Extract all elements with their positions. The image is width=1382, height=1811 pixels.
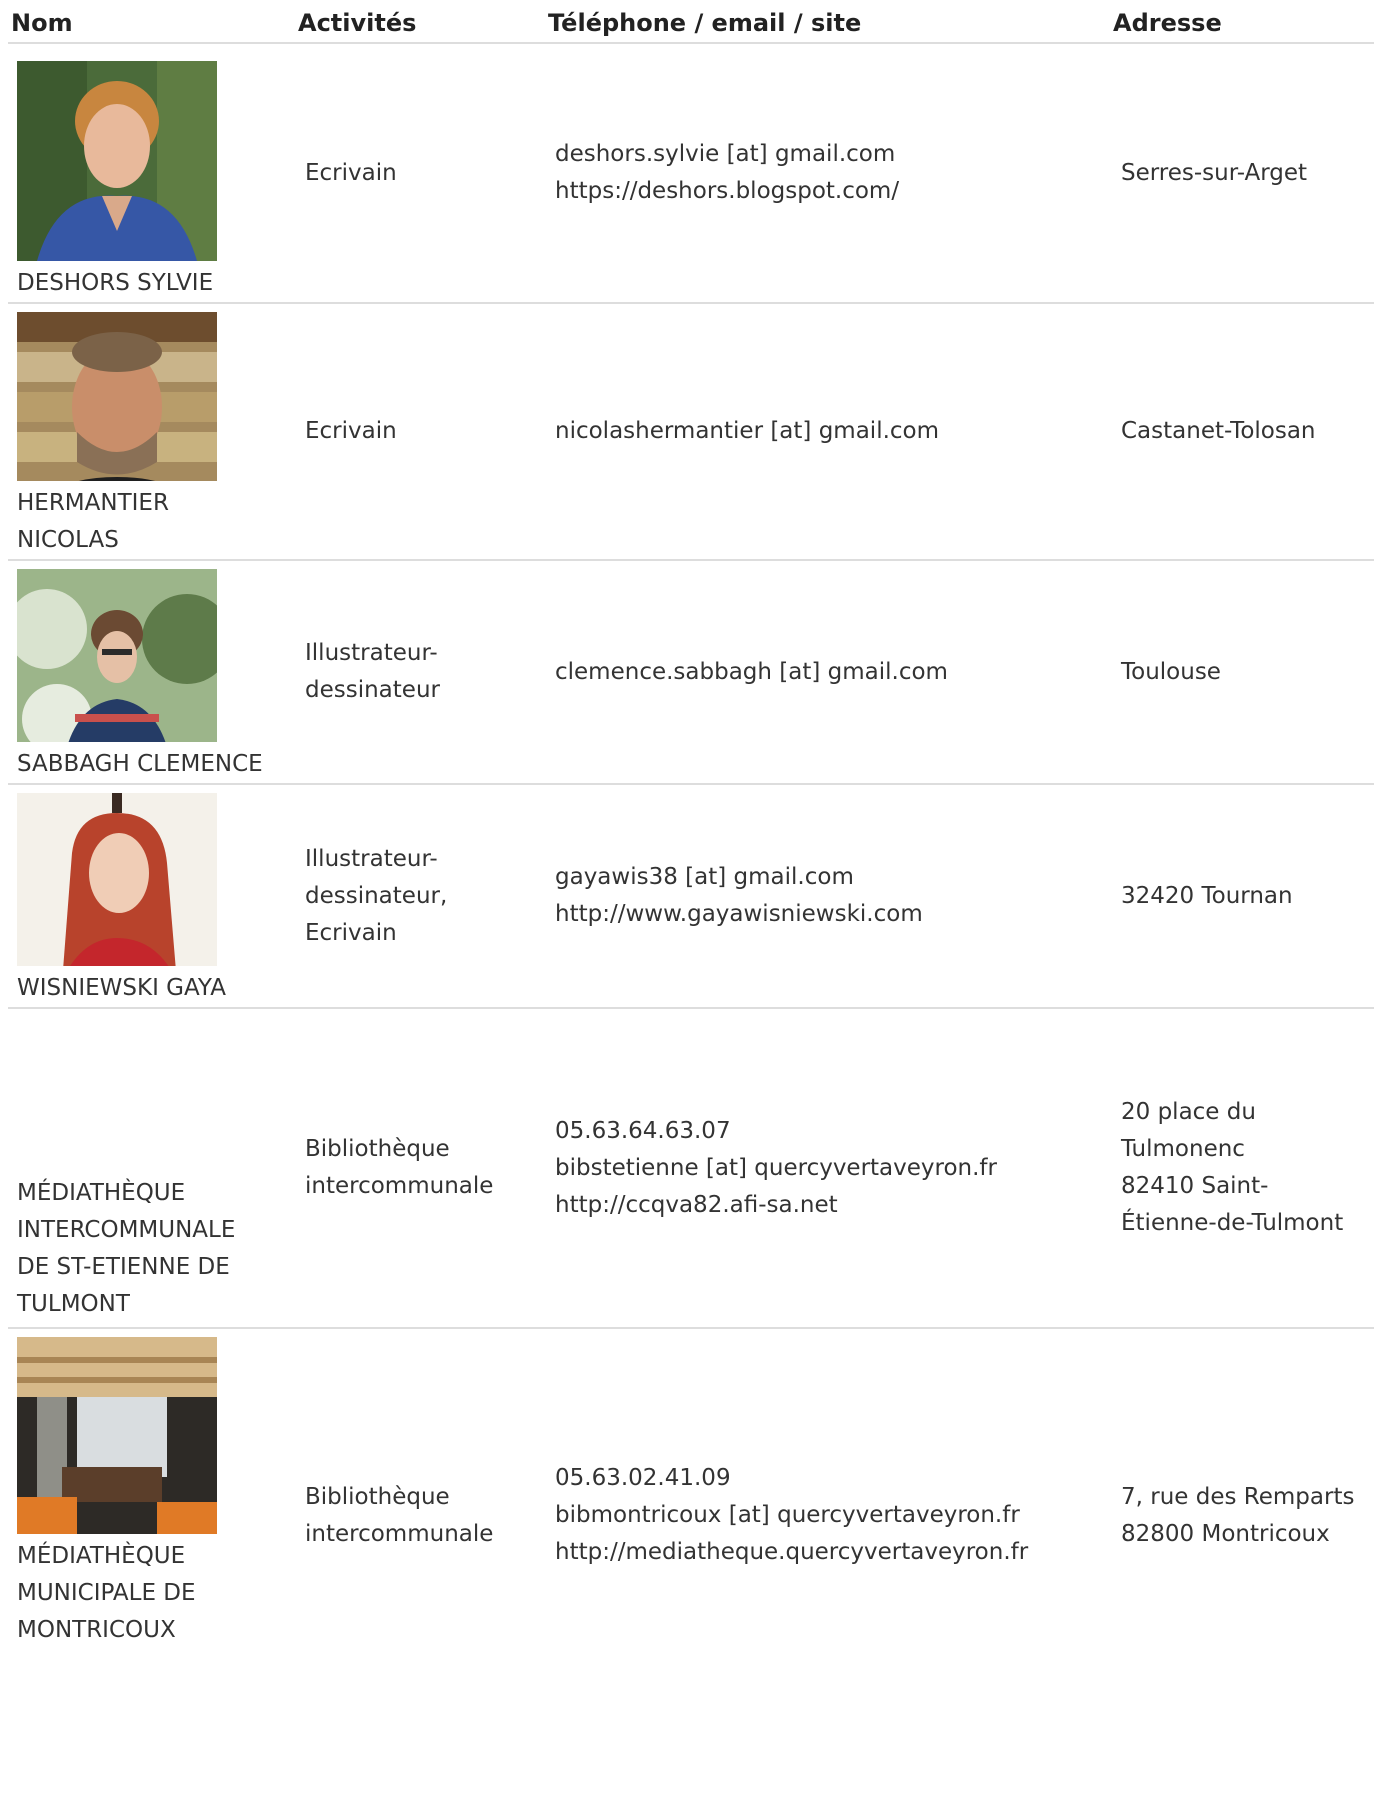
header-activites: Activités bbox=[298, 9, 417, 37]
name-cell: SABBAGH CLEMENCE bbox=[8, 561, 298, 783]
activity-cell: Ecrivain bbox=[305, 418, 397, 444]
activity-cell: Illustrateur- dessinateur, Ecrivain bbox=[305, 845, 448, 946]
contact-cell: 05.63.64.63.07 bibstetienne [at] quercyv… bbox=[548, 1009, 1113, 1327]
activity-cell: Illustrateur- dessinateur bbox=[305, 640, 440, 703]
portrait-photo bbox=[17, 793, 217, 966]
person-name: HERMANTIER NICOLAS bbox=[17, 490, 169, 553]
website-link[interactable]: http://www.gayawisniewski.com bbox=[555, 896, 1113, 933]
address-cell: Toulouse bbox=[1121, 658, 1221, 685]
directory-table: Nom Activités Téléphone / email / site A… bbox=[8, 0, 1374, 1649]
table-row: SABBAGH CLEMENCE Illustrateur- dessinate… bbox=[8, 561, 1374, 785]
person-name: WISNIEWSKI GAYA bbox=[17, 975, 226, 1001]
address-cell: 32420 Tournan bbox=[1121, 882, 1293, 909]
library-name: MÉDIATHÈQUE INTERCOMMUNALE DE ST-ETIENNE… bbox=[17, 1180, 236, 1317]
header-contact: Téléphone / email / site bbox=[548, 9, 862, 37]
table-row: MÉDIATHÈQUE INTERCOMMUNALE DE ST-ETIENNE… bbox=[8, 1009, 1374, 1329]
table-row: DESHORS SYLVIE Ecrivain deshors.sylvie [… bbox=[8, 44, 1374, 304]
website-link[interactable]: https://deshors.blogspot.com/ bbox=[555, 173, 1113, 210]
address-cell: Castanet-Tolosan bbox=[1121, 418, 1316, 444]
contact-cell: deshors.sylvie [at] gmail.com https://de… bbox=[548, 44, 1113, 302]
email-text: bibstetienne [at] quercyvertaveyron.fr bbox=[555, 1154, 997, 1181]
website-link[interactable]: http://mediatheque.quercyvertaveyron.fr bbox=[555, 1534, 1113, 1571]
table-row: WISNIEWSKI GAYA Illustrateur- dessinateu… bbox=[8, 785, 1374, 1009]
name-cell: DESHORS SYLVIE bbox=[8, 44, 298, 302]
activity-cell: Ecrivain bbox=[305, 159, 397, 186]
person-name: DESHORS SYLVIE bbox=[17, 270, 214, 296]
website-link[interactable]: http://ccqva82.afi-sa.net bbox=[555, 1187, 1113, 1224]
email-text: nicolashermantier [at] gmail.com bbox=[555, 418, 940, 444]
activity-cell: Bibliothèque intercommunale bbox=[305, 1484, 494, 1547]
portrait-photo bbox=[17, 312, 217, 481]
name-cell: MÉDIATHÈQUE MUNICIPALE DE MONTRICOUX bbox=[8, 1329, 298, 1649]
contact-cell: 05.63.02.41.09 bibmontricoux [at] quercy… bbox=[548, 1329, 1113, 1649]
table-row: MÉDIATHÈQUE MUNICIPALE DE MONTRICOUX Bib… bbox=[8, 1329, 1374, 1649]
portrait-photo bbox=[17, 61, 217, 261]
contact-cell: nicolashermantier [at] gmail.com bbox=[548, 304, 1113, 559]
activity-cell: Bibliothèque intercommunale bbox=[305, 1136, 494, 1199]
name-cell: HERMANTIER NICOLAS bbox=[8, 304, 298, 559]
email-text: clemence.sabbagh [at] gmail.com bbox=[555, 658, 948, 685]
name-cell: MÉDIATHÈQUE INTERCOMMUNALE DE ST-ETIENNE… bbox=[8, 1009, 298, 1327]
email-text: gayawis38 [at] gmail.com bbox=[555, 864, 854, 890]
library-photo bbox=[17, 1337, 217, 1534]
header-nom: Nom bbox=[11, 9, 73, 37]
contact-cell: clemence.sabbagh [at] gmail.com bbox=[548, 561, 1113, 783]
library-name: MÉDIATHÈQUE MUNICIPALE DE MONTRICOUX bbox=[17, 1543, 196, 1643]
header-adresse: Adresse bbox=[1113, 9, 1222, 37]
email-text: bibmontricoux [at] quercyvertaveyron.fr bbox=[555, 1502, 1020, 1528]
name-cell: WISNIEWSKI GAYA bbox=[8, 785, 298, 1007]
contact-cell: gayawis38 [at] gmail.com http://www.gaya… bbox=[548, 785, 1113, 1007]
phone-text: 05.63.64.63.07 bbox=[555, 1117, 731, 1144]
email-text: deshors.sylvie [at] gmail.com bbox=[555, 141, 896, 167]
address-cell: 20 place du Tulmonenc 82410 Saint- Étien… bbox=[1121, 1099, 1344, 1236]
address-cell: 7, rue des Remparts 82800 Montricoux bbox=[1121, 1484, 1355, 1547]
address-cell: Serres-sur-Arget bbox=[1121, 159, 1308, 186]
phone-text: 05.63.02.41.09 bbox=[555, 1465, 731, 1491]
table-row: HERMANTIER NICOLAS Ecrivain nicolasherma… bbox=[8, 304, 1374, 561]
table-header: Nom Activités Téléphone / email / site A… bbox=[8, 0, 1374, 44]
portrait-photo bbox=[17, 569, 217, 742]
person-name: SABBAGH CLEMENCE bbox=[17, 751, 263, 777]
